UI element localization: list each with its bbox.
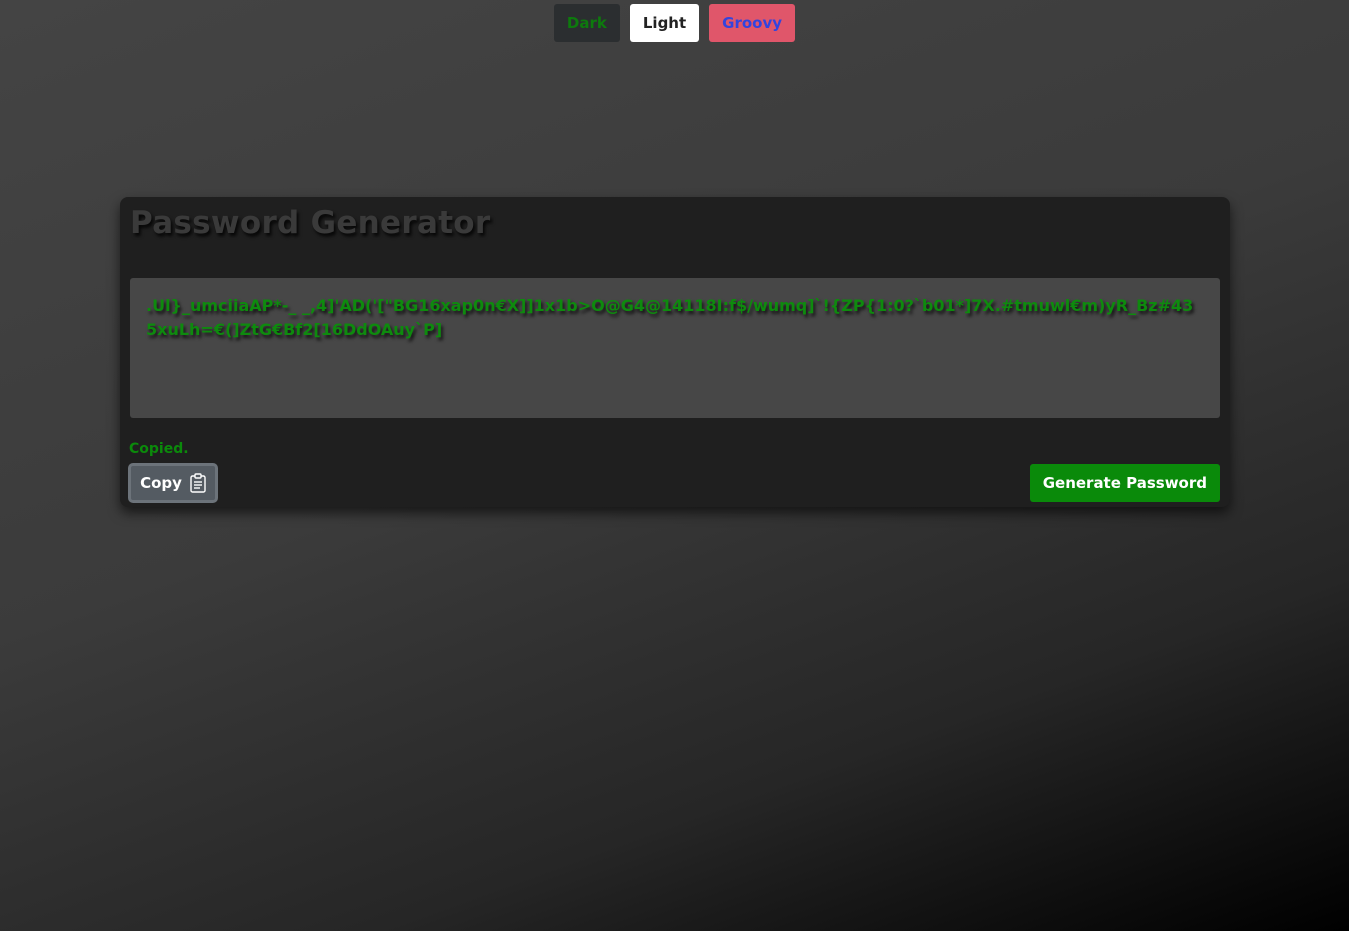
copy-button[interactable]: Copy [128,463,218,503]
password-generator-card: Password Generator .Ul}_umciiaAP*-_ _,4]… [120,197,1230,507]
theme-switcher: Dark Light Groovy [0,4,1349,42]
theme-groovy-button[interactable]: Groovy [709,4,796,42]
password-output[interactable]: .Ul}_umciiaAP*-_ _,4]'AD('["BG16xap0n€X]… [130,278,1220,418]
generate-password-button[interactable]: Generate Password [1029,464,1220,502]
copied-status: Copied. [129,441,189,457]
copy-button-label: Copy [140,474,182,492]
page-title: Password Generator [130,205,491,241]
theme-dark-button[interactable]: Dark [553,4,620,42]
theme-light-button[interactable]: Light [629,4,700,42]
clipboard-icon [190,473,206,493]
